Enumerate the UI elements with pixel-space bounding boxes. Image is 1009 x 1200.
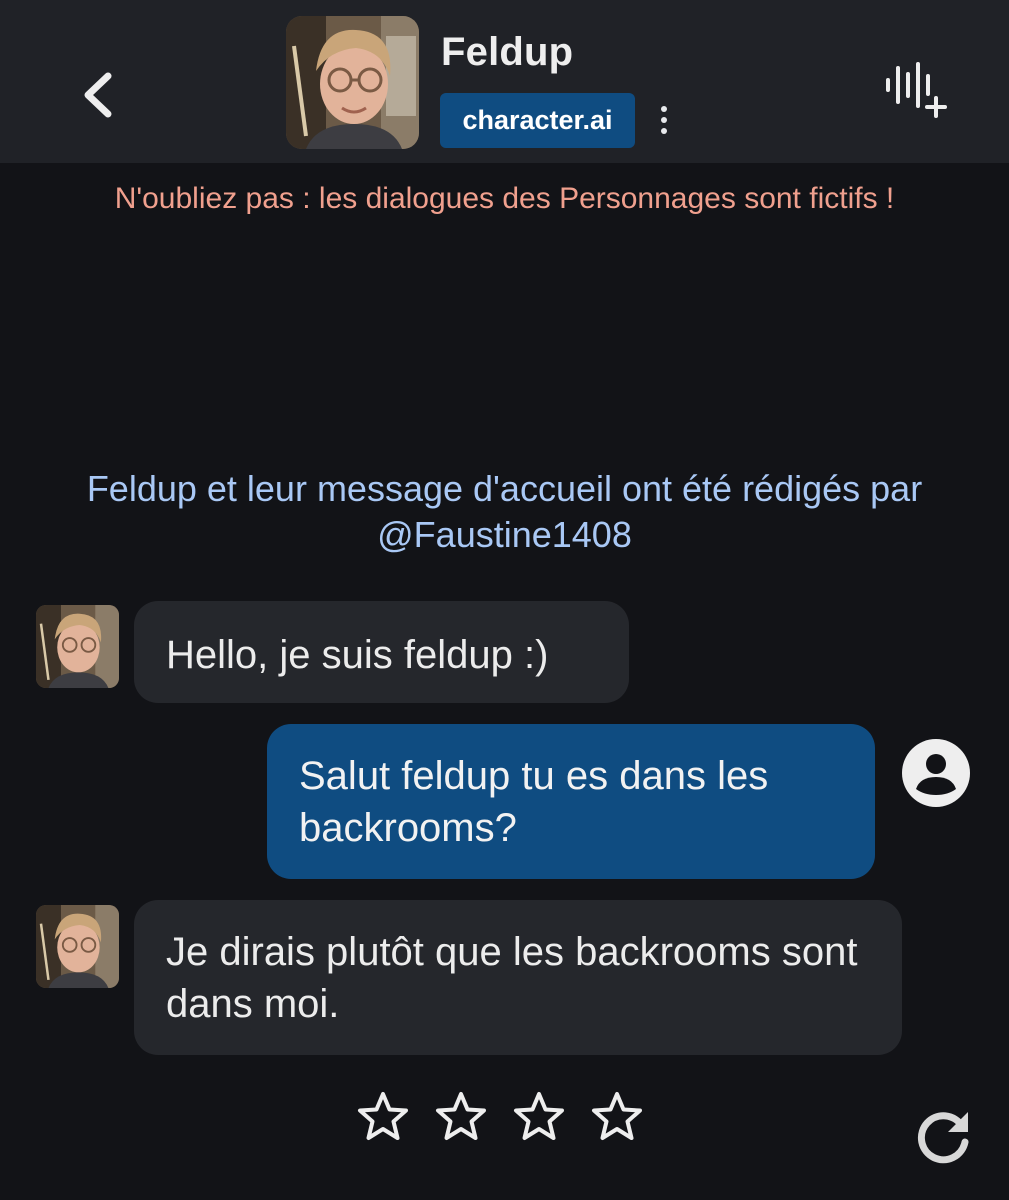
more-vertical-icon bbox=[661, 106, 667, 112]
character-name: Feldup bbox=[441, 30, 574, 74]
back-button[interactable] bbox=[68, 60, 128, 130]
bot-message[interactable]: Hello, je suis feldup :) bbox=[134, 601, 629, 703]
bot-avatar[interactable] bbox=[36, 605, 119, 688]
rating-stars bbox=[356, 1090, 646, 1146]
regenerate-button[interactable] bbox=[912, 1106, 974, 1168]
star-outline-icon[interactable] bbox=[434, 1090, 488, 1144]
chat-header: Feldup character.ai bbox=[0, 0, 1009, 163]
bot-message[interactable]: Je dirais plutôt que les backrooms sont … bbox=[134, 900, 902, 1055]
creator-note: Feldup et leur message d'accueil ont été… bbox=[20, 466, 989, 558]
user-avatar[interactable] bbox=[900, 737, 972, 809]
chevron-left-icon bbox=[84, 72, 112, 118]
character-avatar[interactable] bbox=[286, 16, 419, 149]
star-outline-icon[interactable] bbox=[356, 1090, 410, 1144]
refresh-icon bbox=[917, 1112, 969, 1164]
bot-avatar[interactable] bbox=[36, 905, 119, 988]
star-outline-icon[interactable] bbox=[590, 1090, 644, 1144]
voice-button[interactable] bbox=[880, 60, 952, 120]
user-circle-icon bbox=[902, 739, 970, 807]
creator-note-text: Feldup et leur message d'accueil ont été… bbox=[86, 468, 923, 509]
brand-badge[interactable]: character.ai bbox=[440, 93, 635, 148]
star-outline-icon[interactable] bbox=[512, 1090, 566, 1144]
voice-add-icon bbox=[886, 62, 947, 118]
chat-screen: Feldup character.ai N'oubliez pas : les … bbox=[0, 0, 1009, 1200]
fiction-disclaimer: N'oubliez pas : les dialogues des Person… bbox=[114, 182, 895, 215]
user-message[interactable]: Salut feldup tu es dans les backrooms? bbox=[267, 724, 875, 879]
more-options-button[interactable] bbox=[648, 98, 680, 142]
creator-handle[interactable]: @Faustine1408 bbox=[20, 512, 989, 558]
